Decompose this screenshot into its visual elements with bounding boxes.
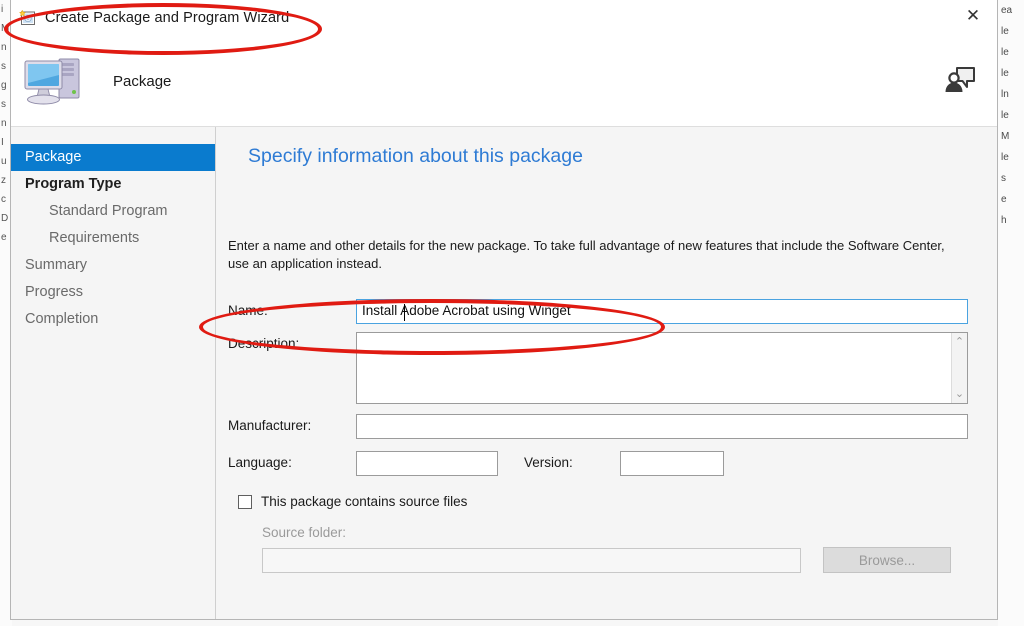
description-label: Description:	[228, 336, 300, 351]
computer-icon	[21, 52, 87, 110]
background-text-fragment: le	[1001, 152, 1009, 163]
manufacturer-row: Manufacturer:	[228, 414, 968, 439]
sidebar-item-completion[interactable]: Completion	[11, 306, 215, 333]
sidebar-item-label: Program Type	[25, 176, 122, 192]
help-feedback-icon[interactable]	[943, 62, 977, 94]
sidebar-item-package[interactable]: Package	[11, 144, 215, 171]
scroll-down-icon[interactable]: ⌄	[955, 385, 964, 403]
package-form: Name: Install Adobe Acrobat using Winget…	[228, 299, 968, 573]
sidebar-item-program-type[interactable]: Program Type	[11, 171, 215, 198]
language-version-row: Language: Version:	[228, 451, 968, 476]
version-field[interactable]	[620, 451, 724, 476]
sidebar-item-label: Summary	[25, 257, 88, 273]
manufacturer-label: Manufacturer:	[228, 418, 312, 433]
background-text-fragment: le	[1001, 110, 1009, 121]
wizard-header: Package	[11, 36, 997, 127]
browse-button[interactable]: Browse...	[823, 547, 951, 573]
language-field[interactable]	[356, 451, 498, 476]
manufacturer-field[interactable]	[356, 414, 968, 439]
sidebar-item-standard-program[interactable]: Standard Program	[11, 198, 215, 225]
sidebar-item-label: Progress	[25, 284, 84, 300]
background-text-fragment: h	[1001, 215, 1007, 226]
background-window-right-edge: ea le le le ln le Mle s e h	[998, 0, 1024, 626]
description-scrollbar[interactable]: ⌃ ⌄	[951, 333, 967, 403]
background-text-fragment: e	[1001, 194, 1007, 205]
create-package-wizard-dialog: Create Package and Program Wizard ✕ Pack…	[10, 0, 998, 620]
sidebar-item-label: Completion	[25, 311, 99, 327]
name-row: Name: Install Adobe Acrobat using Winget	[228, 299, 968, 324]
background-text-fragment: le	[1001, 26, 1009, 37]
sidebar-item-progress[interactable]: Progress	[11, 279, 215, 306]
description-field[interactable]: ⌃ ⌄	[356, 332, 968, 404]
background-text-fragment: ln	[1001, 89, 1009, 100]
source-folder-field[interactable]	[262, 547, 801, 573]
sidebar-item-label: Standard Program	[49, 203, 168, 219]
sidebar-item-requirements[interactable]: Requirements	[11, 225, 215, 252]
sidebar-item-label: Package	[25, 149, 82, 165]
dialog-body: Package Program Type Standard Program Requi…	[11, 127, 997, 619]
background-text-fragment: le	[1001, 68, 1009, 79]
name-field[interactable]: Install Adobe Acrobat using Winget	[356, 299, 968, 324]
close-icon[interactable]: ✕	[953, 2, 993, 30]
text-caret	[404, 304, 405, 321]
sidebar-item-label: Requirements	[49, 230, 140, 246]
source-folder-label: Source folder:	[262, 525, 347, 540]
source-files-checkbox[interactable]	[238, 494, 252, 509]
name-value: Install Adobe Acrobat using Winget	[362, 303, 571, 318]
header-title: Package	[113, 72, 172, 90]
page-title: Specify information about this package	[248, 145, 583, 167]
window-title: Create Package and Program Wizard	[45, 10, 290, 26]
description-row: Description: ⌃ ⌄	[228, 332, 968, 404]
sidebar-item-summary[interactable]: Summary	[11, 252, 215, 279]
source-files-label: This package contains source files	[261, 494, 468, 509]
intro-text: Enter a name and other details for the n…	[228, 238, 945, 271]
source-files-checkbox-row[interactable]: This package contains source files	[238, 494, 968, 509]
background-text-fragment: le	[1001, 47, 1009, 58]
background-text-fragment: ea	[1001, 5, 1013, 16]
version-label: Version:	[524, 455, 573, 470]
wizard-step-nav: Package Program Type Standard Program Requi…	[11, 127, 216, 619]
scroll-up-icon[interactable]: ⌃	[955, 333, 964, 351]
background-text-fragment: M	[1001, 131, 1010, 142]
language-label: Language:	[228, 455, 292, 470]
wizard-content-pane: Specify information about this package E…	[216, 127, 997, 619]
background-text-fragment: s	[1001, 173, 1006, 184]
package-wizard-icon	[19, 9, 37, 27]
source-folder-row: Browse...	[262, 547, 968, 573]
name-label: Name:	[228, 303, 268, 318]
title-bar: Create Package and Program Wizard ✕	[11, 0, 997, 36]
